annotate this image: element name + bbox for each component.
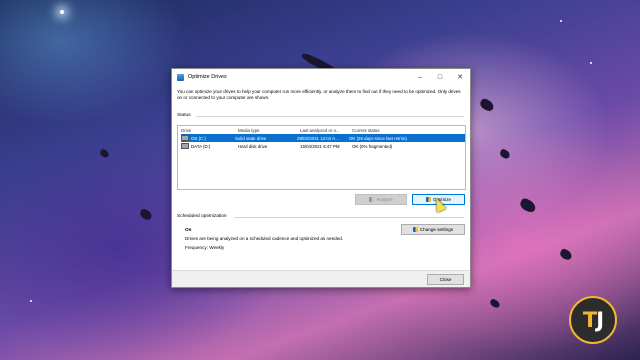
asteroid [498,148,512,160]
column-media-type[interactable]: Media type [238,128,300,133]
maximize-button[interactable]: □ [430,69,450,85]
change-settings-button[interactable]: Change settings [401,224,465,235]
media-type: Hard disk drive [238,143,268,149]
drive-icon [181,135,189,141]
column-last-analyzed[interactable]: Last analyzed or o... [300,128,352,133]
asteroid [558,247,574,262]
title-bar: Optimize Drives – □ ✕ [172,69,470,85]
optimize-drives-icon [177,73,184,81]
current-status: OK (0% fragmented) [352,143,393,149]
logo-letter-t: T [582,308,597,332]
close-button[interactable]: Close [427,274,464,285]
list-header: Drive Media type Last analyzed or o... C… [178,126,465,134]
drives-list[interactable]: Drive Media type Last analyzed or o... C… [177,125,466,190]
asteroid [518,197,538,214]
schedule-frequency: Frequency: Weekly [185,245,225,250]
schedule-state: On [185,227,192,232]
window-title: Optimize Drives [188,74,227,80]
last-analyzed: 29/03/2021 12:02 A... [297,135,339,141]
shield-icon [369,197,375,202]
drive-row-d[interactable]: DATA (D:) Hard disk drive 15/04/2021 8:4… [178,142,465,150]
asteroid [478,97,496,113]
drive-icon [181,143,189,149]
drive-name: DATA (D:) [191,143,211,149]
column-drive[interactable]: Drive [178,128,238,133]
close-window-button[interactable]: ✕ [450,69,470,85]
tj-logo: TJ [569,296,617,344]
shield-icon [425,197,431,202]
dialog-footer: Close [172,270,470,287]
minimize-button[interactable]: – [410,69,430,85]
schedule-description: Drives are being analyzed on a scheduled… [185,236,344,241]
star [30,300,32,302]
change-settings-label: Change settings [419,227,454,232]
column-current-status[interactable]: Current status [352,128,452,133]
drive-row-c[interactable]: OS (C:) Solid state drive 29/03/2021 12:… [181,134,465,142]
scheduled-divider [234,217,464,218]
close-label: Close [439,277,452,282]
analyze-button[interactable]: Analyze [355,194,407,205]
media-type: Solid state drive [235,135,267,141]
status-label: Status [177,113,191,118]
last-analyzed: 15/04/2021 8:47 PM [300,143,340,149]
asteroid [98,148,111,159]
star [590,62,592,64]
logo-letter-j: J [596,308,604,332]
status-divider [196,116,464,117]
current-status: OK (25 days since last retrim) [349,135,407,141]
description-text: You can optimize your drives to help you… [177,89,461,101]
scheduled-label: Scheduled optimization [177,214,227,219]
analyze-label: Analyze [376,197,393,202]
drive-name: OS (C:) [191,135,206,141]
star [560,20,562,22]
star [60,10,64,14]
shield-icon [412,227,418,232]
optimize-drives-window: Optimize Drives – □ ✕ You can optimize y… [171,68,471,288]
asteroid [138,207,154,222]
asteroid [488,298,502,309]
